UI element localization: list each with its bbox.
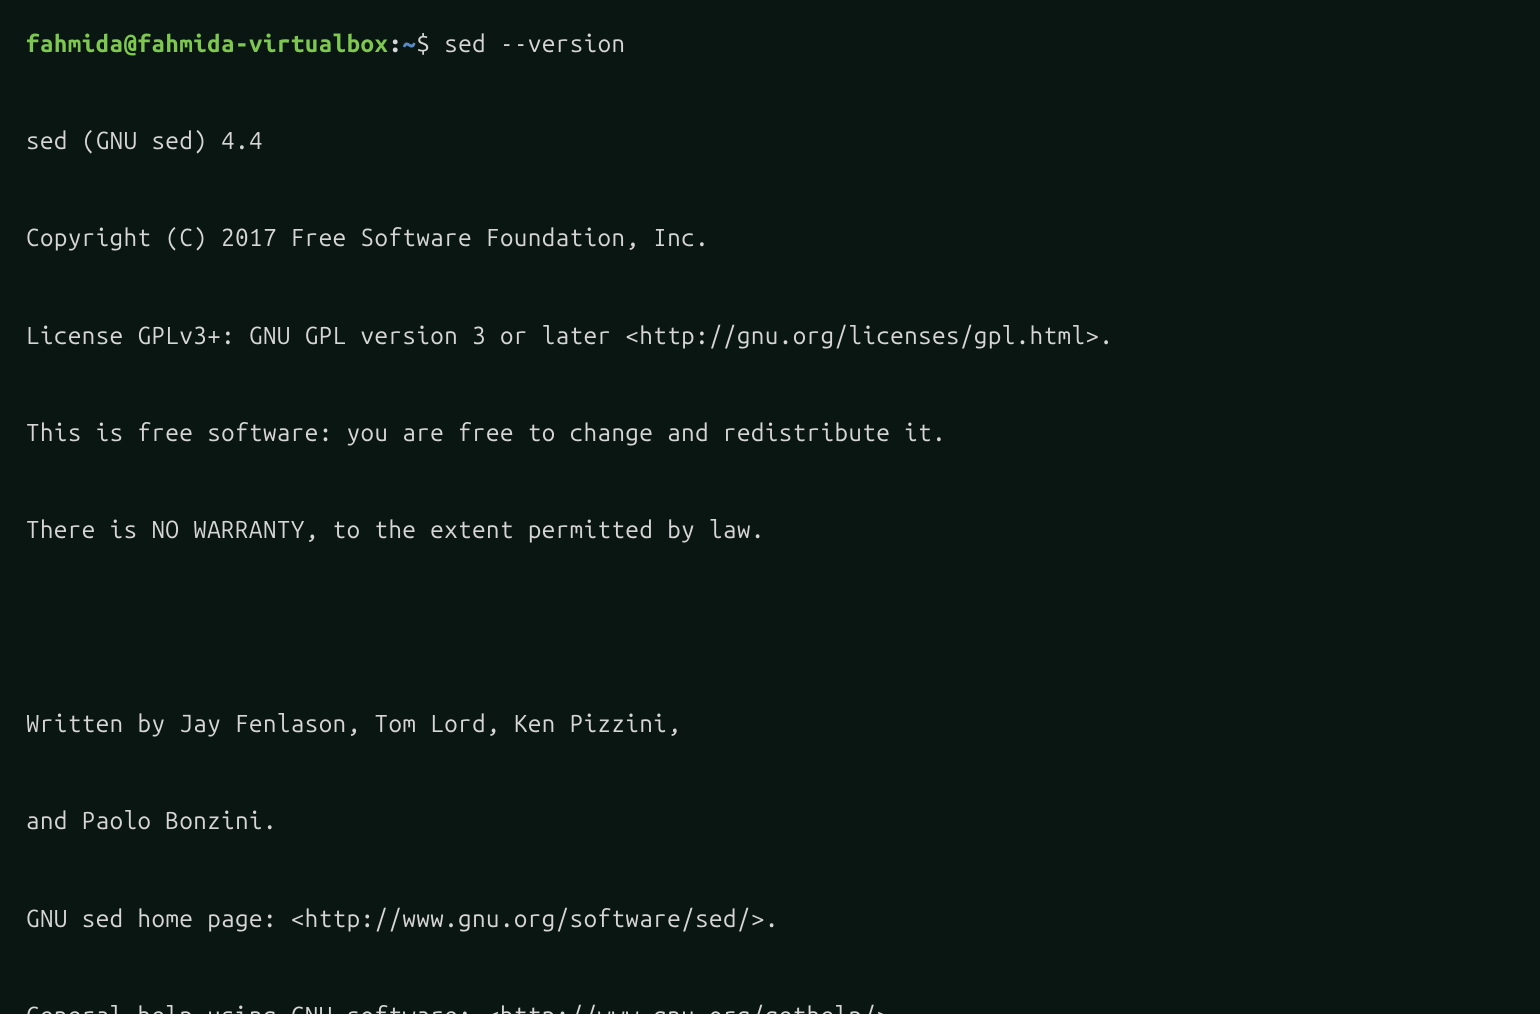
- colon: :: [388, 30, 402, 57]
- output-line: This is free software: you are free to c…: [26, 417, 1514, 449]
- output-blank: [26, 611, 1514, 643]
- command-text: sed --version: [444, 30, 625, 57]
- output-line: sed (GNU sed) 4.4: [26, 125, 1514, 157]
- command-output: sed (GNU sed) 4.4 Copyright (C) 2017 Fre…: [26, 60, 1514, 1014]
- output-line: License GPLv3+: GNU GPL version 3 or lat…: [26, 320, 1514, 352]
- output-line: General help using GNU software: <http:/…: [26, 1000, 1514, 1014]
- output-line: There is NO WARRANTY, to the extent perm…: [26, 514, 1514, 546]
- output-line: and Paolo Bonzini.: [26, 805, 1514, 837]
- output-line: Copyright (C) 2017 Free Software Foundat…: [26, 222, 1514, 254]
- output-line: Written by Jay Fenlason, Tom Lord, Ken P…: [26, 708, 1514, 740]
- output-line: GNU sed home page: <http://www.gnu.org/s…: [26, 903, 1514, 935]
- user-host: fahmida@fahmida-virtualbox: [26, 30, 388, 57]
- prompt-line-1: fahmida@fahmida-virtualbox:~$ sed --vers…: [26, 28, 1514, 60]
- path: ~: [402, 30, 416, 57]
- terminal-window[interactable]: fahmida@fahmida-virtualbox:~$ sed --vers…: [26, 28, 1514, 1014]
- dollar: $: [416, 30, 444, 57]
